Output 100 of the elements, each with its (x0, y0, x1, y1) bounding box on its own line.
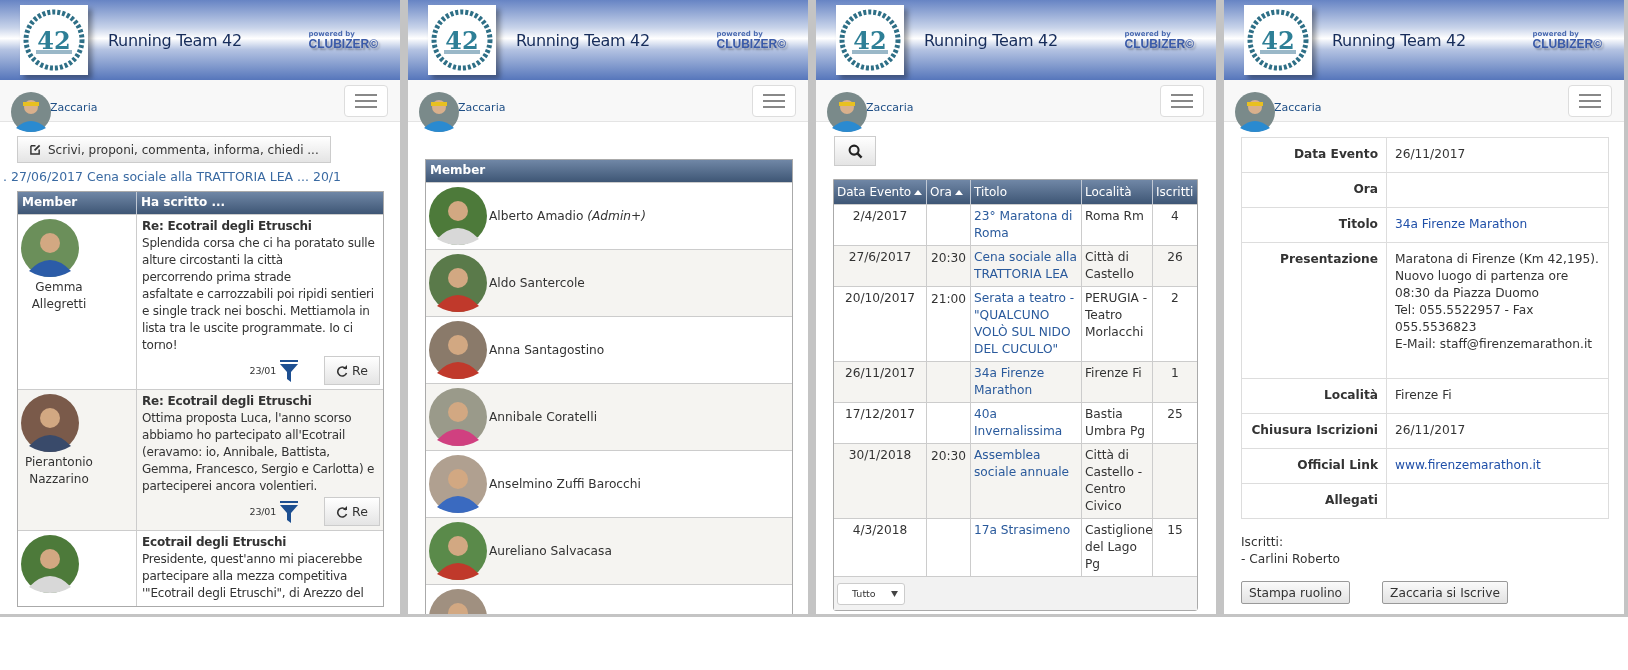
refresh-icon (336, 364, 349, 377)
site-title: Running Team 42 (108, 30, 242, 50)
enrolled-count: 1 (1171, 366, 1179, 380)
member-name[interactable]: Anna Santagostino (489, 343, 605, 357)
event-title-link[interactable]: Serata a teatro - "QUALCUNO VOLÒ SUL NIDO DEL CUCULO" (974, 290, 1078, 358)
filter-select[interactable]: Tutto (837, 582, 905, 605)
team-logo[interactable]: 42 (836, 5, 904, 75)
member-name[interactable]: Aureliano Salvacasa (489, 544, 612, 558)
avatar[interactable] (429, 254, 487, 312)
enrolled-count: 25 (1167, 407, 1183, 421)
filter-icon[interactable] (280, 500, 298, 523)
field-value: Maratona di Firenze (Km 42,195). Nuovo luogo di partenza ore 08:30 da Piazza Duomo Tel: 055.5522957 - Fax 055.5536823 E-Mail: staff@firenzemarathon.it (1395, 252, 1599, 351)
logo-text: 42 (853, 25, 887, 55)
user-name[interactable]: Zaccaria (50, 101, 98, 114)
event-place: PERUGIA - Teatro Morlacchi (1085, 291, 1148, 339)
column-header[interactable]: Ora (927, 180, 971, 204)
column-header[interactable]: Iscritti (1153, 180, 1197, 204)
compose-button[interactable]: Scrivi, proponi, commenta, informa, chiedi ... (17, 136, 331, 163)
field-value: 26/11/2017 (1395, 147, 1466, 161)
field-label: Località (1324, 388, 1378, 402)
menu-icon (355, 93, 377, 108)
event-title-link[interactable]: Assemblea sociale annuale (974, 447, 1078, 481)
action-button[interactable]: Zaccaria si Iscrive (1382, 581, 1508, 604)
brand-name: CLUBIZER© (1532, 37, 1602, 50)
site-title: Running Team 42 (924, 30, 1058, 50)
enrolled-name: - Carlini Roberto (1241, 551, 1341, 568)
column-header[interactable]: Data Evento (834, 180, 927, 204)
menu-icon (763, 93, 785, 108)
event-title-link[interactable]: 17a Strasimeno (974, 522, 1078, 539)
event-date: 30/1/2018 (848, 448, 912, 462)
member-name[interactable]: Anselmino Zuffi Barocchi (489, 477, 641, 491)
event-title-link[interactable]: Cena sociale alla TRATTORIA LEA (974, 249, 1078, 283)
author-name[interactable]: Pierantonio Nazzarino (21, 454, 97, 488)
member-name[interactable]: Alberto Amadio (Admin+) (489, 209, 646, 223)
menu-button[interactable] (1160, 84, 1204, 117)
menu-button[interactable] (1568, 84, 1612, 117)
avatar (21, 219, 79, 277)
author-name[interactable]: Gemma Allegretti (21, 279, 97, 313)
user-name[interactable]: Zaccaria (866, 101, 914, 114)
team-logo[interactable]: 42 (428, 5, 496, 75)
field-label: Chiusura Iscrizioni (1251, 423, 1378, 437)
member-name[interactable]: Annibale Coratelli (489, 410, 597, 424)
event-title-link[interactable]: 40a Invernalissima (974, 406, 1078, 440)
avatar[interactable] (429, 321, 487, 379)
filter-icon[interactable] (280, 359, 298, 382)
event-time: 20:30 (930, 449, 967, 463)
post-text: Ottima proposta Luca, l'anno scorso abbiamo ho partecipato all'Ecotrail (eravamo: io, Annibale, Battista, Gemma, Francesco, Sergio e Carlotta) e parteciperei ancora volentieri. (142, 410, 376, 495)
event-date: 27/6/2017 (848, 250, 912, 264)
field-link[interactable]: 34a Firenze Marathon (1395, 217, 1528, 231)
enrolled-count: 26 (1167, 250, 1183, 264)
post-date: 23/01 (249, 364, 276, 378)
avatar[interactable] (1235, 92, 1275, 132)
avatar (21, 535, 79, 593)
event-place: Firenze Fi (1085, 366, 1142, 380)
team-logo[interactable]: 42 (20, 5, 88, 75)
event-place: Città di Castello (1085, 250, 1134, 281)
event-date: 20/10/2017 (844, 291, 916, 305)
reply-button[interactable]: Re (324, 497, 380, 526)
event-place: Castiglione del Lago Pg (1085, 523, 1153, 571)
reply-button[interactable]: Re (324, 356, 380, 385)
menu-icon (1579, 93, 1601, 108)
field-label: Data Evento (1293, 147, 1378, 161)
field-label: Allegati (1325, 493, 1378, 507)
caret-icon (891, 590, 898, 597)
column-header[interactable]: Titolo (971, 180, 1082, 204)
member-name[interactable]: Aldo Santercole (489, 276, 585, 290)
avatar[interactable] (419, 92, 459, 132)
logo-text: 42 (37, 25, 71, 55)
field-label: Titolo (1338, 217, 1378, 231)
user-name[interactable]: Zaccaria (1274, 101, 1322, 114)
post-date: 23/01 (249, 505, 276, 519)
avatar[interactable] (429, 187, 487, 245)
field-label: Ora (1353, 182, 1378, 196)
avatar[interactable] (827, 92, 867, 132)
column-header: Member (18, 192, 137, 214)
event-place: Roma Rm (1085, 209, 1144, 223)
site-title: Running Team 42 (516, 30, 650, 50)
column-header: Ha scritto ... (140, 194, 227, 211)
news-ticker[interactable]: . 27/06/2017 Cena sociale alla TRATTORIA LEA ... 20/1 (0, 169, 400, 184)
avatar[interactable] (429, 455, 487, 513)
menu-button[interactable] (752, 84, 796, 117)
event-date: 26/11/2017 (844, 366, 916, 380)
column-header[interactable]: Località (1082, 180, 1153, 204)
search-button[interactable] (834, 136, 876, 166)
menu-button[interactable] (344, 84, 388, 117)
site-title: Running Team 42 (1332, 30, 1466, 50)
avatar[interactable] (429, 388, 487, 446)
avatar (21, 394, 79, 452)
action-button[interactable]: Stampa ruolino (1241, 581, 1351, 604)
event-title-link[interactable]: 23° Maratona di Roma (974, 208, 1078, 242)
event-date: 17/12/2017 (844, 407, 916, 421)
user-name[interactable]: Zaccaria (458, 101, 506, 114)
post-title: Re: Ecotrail degli Etruschi (142, 218, 313, 235)
field-link[interactable]: www.firenzemarathon.it (1395, 458, 1541, 472)
field-label: Official Link (1297, 458, 1378, 472)
event-date: 2/4/2017 (852, 209, 908, 223)
event-title-link[interactable]: 34a Firenze Marathon (974, 365, 1078, 399)
avatar[interactable] (429, 522, 487, 580)
avatar[interactable] (11, 92, 51, 132)
team-logo[interactable]: 42 (1244, 5, 1312, 75)
